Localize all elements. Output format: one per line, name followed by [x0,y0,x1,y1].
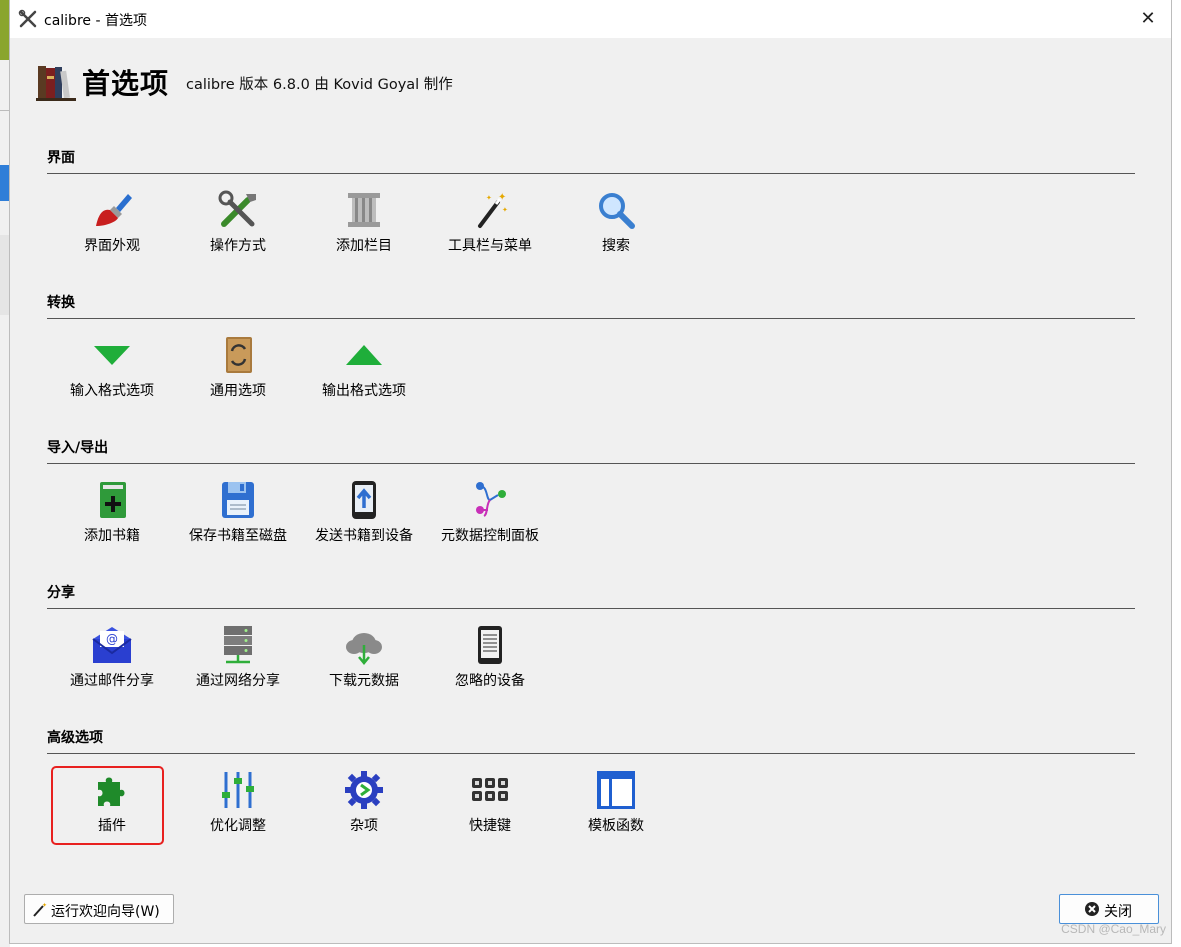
section-divider [47,753,1135,754]
pref-item-tweaks[interactable]: 优化调整 [178,770,298,840]
pref-item-label: 杂项 [350,818,378,834]
pref-item-output-options[interactable]: 输出格式选项 [304,335,424,405]
paintbrush-icon [96,194,132,226]
pref-item-look-and-feel[interactable]: 界面外观 [52,190,172,260]
close-label: 关闭 [1104,904,1132,920]
pref-item-common-options[interactable]: 通用选项 [178,335,298,405]
pref-item-label: 保存书籍至磁盘 [189,528,287,544]
section-divider [47,173,1135,174]
calibre-books-icon [36,66,76,101]
run-welcome-wizard-button[interactable]: ✦ 运行欢迎向导(W) [24,894,174,924]
pref-item-label: 模板函数 [588,818,644,834]
pref-item-metadata-plugboards[interactable]: 元数据控制面板 [430,480,550,550]
cloud-download-icon [346,633,382,665]
email-icon: @ [92,627,132,663]
arrow-up-icon [346,345,382,365]
pref-item-sending-to-device[interactable]: 发送书籍到设备 [304,480,424,550]
svg-text:✦: ✦ [502,206,508,214]
window-title: calibre - 首选项 [44,13,147,29]
svg-text:✦: ✦ [486,194,492,202]
wizard-label: 运行欢迎向导(W) [51,904,160,920]
floppy-disk-icon [222,482,254,518]
section-title-interface: 界面 [47,150,75,166]
svg-text:✦: ✦ [498,192,506,203]
pref-item-label: 添加书籍 [84,528,140,544]
section-title-sharing: 分享 [47,585,75,601]
page-title: 首选项 [82,67,170,100]
close-circle-icon [1085,902,1099,916]
app-tools-icon [18,9,37,28]
pref-item-label: 搜索 [602,238,630,254]
section-title-advanced: 高级选项 [47,730,103,746]
magic-wand-icon: ✦ [33,902,47,917]
pref-item-input-options[interactable]: 输入格式选项 [52,335,172,405]
pref-item-ignored-devices[interactable]: 忽略的设备 [430,625,550,695]
watermark: CSDN @Cao_Mary [1061,922,1166,936]
pref-item-label: 通过邮件分享 [70,673,154,689]
server-icon [224,626,252,664]
pref-item-metadata-download[interactable]: 下载元数据 [304,625,424,695]
pref-item-label: 通过网络分享 [196,673,280,689]
metadata-flow-icon [476,482,506,517]
arrow-down-icon [94,346,130,365]
search-icon [599,193,635,229]
title-bar: calibre - 首选项 ✕ [10,0,1171,38]
svg-text:✦: ✦ [42,902,47,909]
pref-item-label: 工具栏与菜单 [448,238,532,254]
pref-item-label: 发送书籍到设备 [315,528,413,544]
pref-item-shortcuts[interactable]: 快捷键 [430,770,550,840]
pref-item-label: 忽略的设备 [455,673,525,689]
pref-item-sharing-over-net[interactable]: 通过网络分享 [178,625,298,695]
preferences-dialog: calibre - 首选项 ✕ 首选项 calibre 版本 6.8.0 由 K… [9,0,1172,944]
pref-item-template-functions[interactable]: 模板函数 [556,770,676,840]
section-title-import-export: 导入/导出 [47,440,109,456]
pref-item-behavior[interactable]: 操作方式 [178,190,298,260]
ereader-icon [478,626,502,664]
pref-item-label: 输出格式选项 [322,383,406,399]
pref-item-label: 输入格式选项 [70,383,154,399]
pref-item-label: 下载元数据 [329,673,399,689]
close-button[interactable]: 关闭 [1059,894,1159,924]
keyboard-icon [472,778,508,801]
pref-item-label: 快捷键 [469,818,511,834]
pref-item-label: 优化调整 [210,818,266,834]
pref-item-label: 元数据控制面板 [441,528,539,544]
pref-item-toolbars-menus[interactable]: ✦ ✦ ✦ 工具栏与菜单 [430,190,550,260]
window-close-button[interactable]: ✕ [1125,0,1171,38]
pref-item-label: 添加栏目 [336,238,392,254]
section-divider [47,463,1135,464]
send-device-icon [352,481,376,519]
pref-item-searching[interactable]: 搜索 [556,190,676,260]
magic-wand-icon: ✦ ✦ ✦ [478,192,508,228]
sliders-icon [222,772,254,808]
svg-text:@: @ [106,632,118,646]
template-icon [597,771,635,809]
pref-item-miscellaneous[interactable]: 杂项 [304,770,424,840]
section-divider [47,318,1135,319]
section-title-conversion: 转换 [47,295,75,311]
pref-item-add-columns[interactable]: 添加栏目 [304,190,424,260]
book-convert-icon [226,337,252,373]
pref-item-label: 界面外观 [84,238,140,254]
pref-item-adding-books[interactable]: 添加书籍 [52,480,172,550]
pref-item-saving-books[interactable]: 保存书籍至磁盘 [178,480,298,550]
version-subtitle: calibre 版本 6.8.0 由 Kovid Goyal 制作 [186,77,453,93]
section-divider [47,608,1135,609]
column-icon [348,193,380,227]
pref-item-label: 操作方式 [210,238,266,254]
add-book-icon [100,482,126,518]
plugins-highlight-box [51,766,164,845]
pref-item-sharing-by-email[interactable]: @ 通过邮件分享 [52,625,172,695]
gear-icon [345,771,383,809]
tools-icon [218,190,256,227]
pref-item-label: 通用选项 [210,383,266,399]
